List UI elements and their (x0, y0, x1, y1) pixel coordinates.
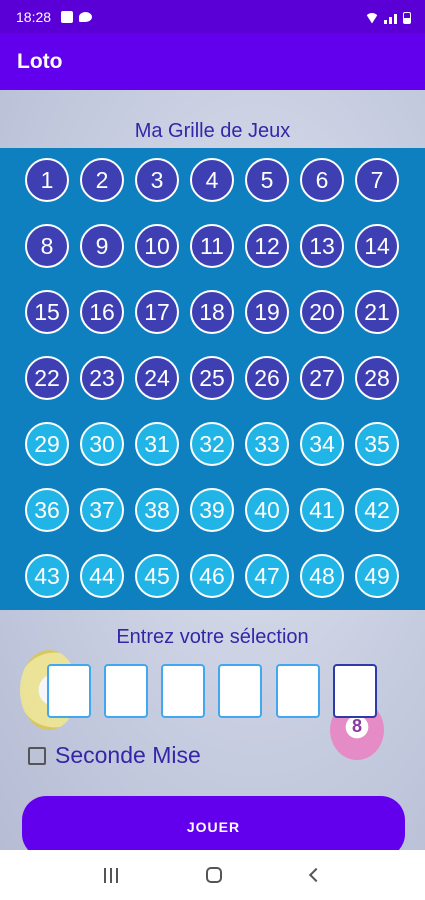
number-ball[interactable]: 28 (355, 356, 399, 400)
number-ball[interactable]: 15 (25, 290, 69, 334)
number-ball[interactable]: 47 (245, 554, 289, 598)
number-ball[interactable]: 17 (135, 290, 179, 334)
number-ball[interactable]: 23 (80, 356, 124, 400)
number-ball[interactable]: 13 (300, 224, 344, 268)
number-ball[interactable]: 31 (135, 422, 179, 466)
number-ball[interactable]: 7 (355, 158, 399, 202)
selection-input-5[interactable] (276, 664, 320, 718)
twitter-notification-icon (79, 11, 93, 22)
number-ball[interactable]: 43 (25, 554, 69, 598)
selection-input-2[interactable] (104, 664, 148, 718)
number-ball[interactable]: 16 (80, 290, 124, 334)
gallery-notification-icon (61, 10, 74, 23)
battery-icon (403, 11, 411, 24)
number-ball[interactable]: 14 (355, 224, 399, 268)
app-title: Loto (17, 49, 63, 73)
number-ball[interactable]: 45 (135, 554, 179, 598)
play-button[interactable]: JOUER (22, 796, 405, 850)
selection-input-4[interactable] (218, 664, 262, 718)
grid-title: Ma Grille de Jeux (134, 120, 291, 142)
number-ball[interactable]: 33 (245, 422, 289, 466)
selection-input-3[interactable] (161, 664, 205, 718)
number-ball[interactable]: 4 (190, 158, 234, 202)
status-indicators (365, 10, 411, 24)
main-content: 8 Ma Grille de Jeux 1 2 3 4 5 6 7 8 9 10 11 12 13 14 1… (0, 90, 425, 850)
number-ball[interactable]: 37 (80, 488, 124, 532)
number-ball[interactable]: 30 (80, 422, 124, 466)
number-ball[interactable]: 46 (190, 554, 234, 598)
second-bet-checkbox[interactable] (28, 747, 46, 765)
status-bar: 18:28 (0, 0, 425, 33)
number-ball[interactable]: 41 (300, 488, 344, 532)
number-ball[interactable]: 19 (245, 290, 289, 334)
wifi-icon (365, 12, 379, 24)
number-ball[interactable]: 20 (300, 290, 344, 334)
number-ball[interactable]: 39 (190, 488, 234, 532)
number-ball[interactable]: 2 (80, 158, 124, 202)
number-ball[interactable]: 5 (245, 158, 289, 202)
number-ball[interactable]: 18 (190, 290, 234, 334)
status-time: 18:28 (16, 8, 52, 25)
number-ball[interactable]: 9 (80, 224, 124, 268)
number-ball[interactable]: 38 (135, 488, 179, 532)
number-ball[interactable]: 21 (355, 290, 399, 334)
signal-icon (384, 19, 387, 24)
number-ball[interactable]: 32 (190, 422, 234, 466)
back-icon[interactable] (308, 867, 323, 883)
number-ball[interactable]: 12 (245, 224, 289, 268)
number-ball[interactable]: 48 (300, 554, 344, 598)
number-ball[interactable]: 29 (25, 422, 69, 466)
number-ball[interactable]: 26 (245, 356, 289, 400)
selection-input-6[interactable] (333, 664, 377, 718)
number-ball[interactable]: 49 (355, 554, 399, 598)
number-ball[interactable]: 42 (355, 488, 399, 532)
home-icon[interactable] (206, 867, 223, 883)
navigation-bar (0, 850, 425, 900)
selection-input-1[interactable] (47, 664, 91, 718)
number-ball[interactable]: 44 (80, 554, 124, 598)
number-ball[interactable]: 35 (355, 422, 399, 466)
app-bar: Loto (0, 33, 425, 90)
decorative-ball-number: 8 (351, 716, 362, 736)
number-ball[interactable]: 1 (25, 158, 69, 202)
number-ball[interactable]: 10 (135, 224, 179, 268)
number-ball[interactable]: 24 (135, 356, 179, 400)
number-ball[interactable]: 6 (300, 158, 344, 202)
signal-icon (394, 13, 397, 24)
number-ball[interactable]: 36 (25, 488, 69, 532)
number-ball[interactable]: 34 (300, 422, 344, 466)
number-ball[interactable]: 27 (300, 356, 344, 400)
second-bet-label: Seconde Mise (55, 742, 201, 768)
number-grid: 1 2 3 4 5 6 7 8 9 10 11 12 13 14 15 16 17 18 19 20 21 22 23 24 2… (0, 148, 425, 610)
number-ball[interactable]: 40 (245, 488, 289, 532)
number-ball[interactable]: 8 (25, 224, 69, 268)
signal-icon (389, 16, 392, 24)
selection-label: Entrez votre sélection (116, 626, 309, 648)
number-ball[interactable]: 11 (190, 224, 234, 268)
number-ball[interactable]: 22 (25, 356, 69, 400)
number-ball[interactable]: 3 (135, 158, 179, 202)
number-ball[interactable]: 25 (190, 356, 234, 400)
recents-icon[interactable] (104, 867, 119, 883)
